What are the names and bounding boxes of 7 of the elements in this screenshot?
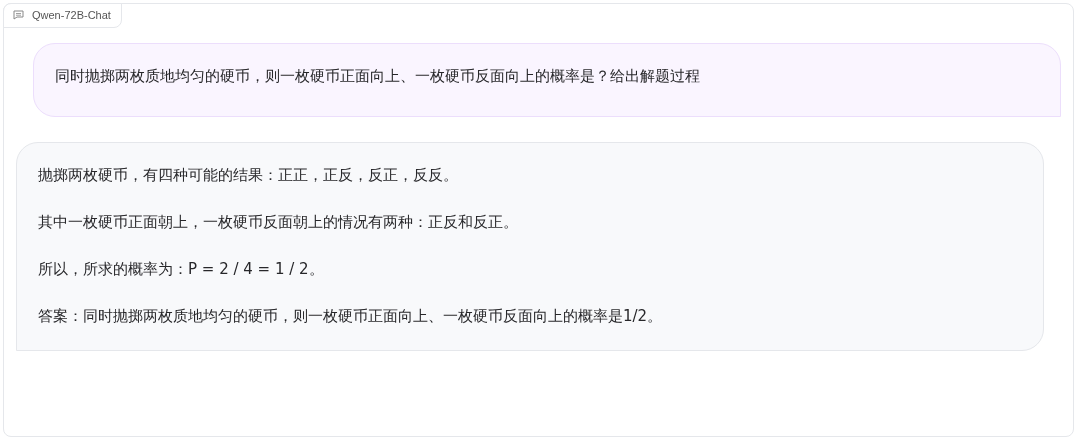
message-text: 其中一枚硬币正面朝上，一枚硬币反面朝上的情况有两种：正反和反正。 bbox=[38, 212, 519, 232]
model-label: Qwen-72B-Chat bbox=[3, 3, 122, 28]
chat-bubble-icon bbox=[13, 10, 24, 20]
message-text: 答案：同时抛掷两枚质地均匀的硬币，则一枚硬币正面向上、一枚硬币反面向上的概率是1/2。 bbox=[38, 306, 664, 326]
message-text: 所以，所求的概率为：P = 2 / 4 = 1 / 2。 bbox=[38, 259, 325, 279]
message-text: 同时抛掷两枚质地均匀的硬币，则一枚硬币正面向上、一枚硬币反面向上的概率是？给出解题过程 bbox=[55, 66, 701, 86]
message-text: 抛掷两枚硬币，有四种可能的结果：正正，正反，反正，反反。 bbox=[38, 165, 459, 185]
